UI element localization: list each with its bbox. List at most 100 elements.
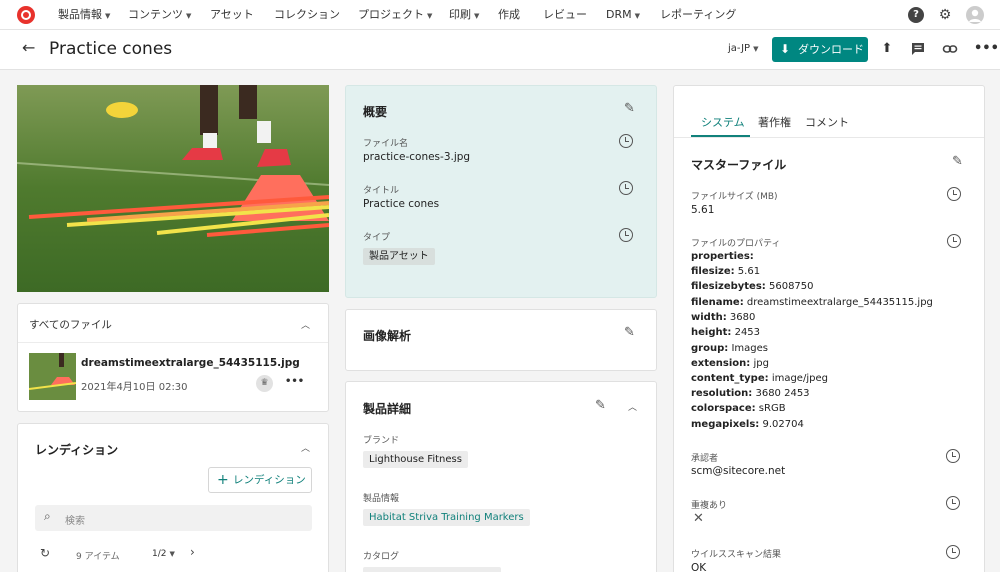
plus-icon: + <box>217 472 229 488</box>
filesize-label: ファイルサイズ (MB) <box>691 192 778 202</box>
history-icon[interactable] <box>947 187 961 201</box>
prop-filesize: filesize: 5.61 <box>691 266 761 277</box>
edit-pencil-icon[interactable]: ✎ <box>595 398 606 413</box>
filesize-value: 5.61 <box>691 204 715 216</box>
crown-icon: ♛ <box>256 375 273 392</box>
history-icon[interactable] <box>946 496 960 510</box>
properties-header: properties: <box>691 251 754 262</box>
prop-extension: extension: jpg <box>691 358 769 369</box>
prop-content-type: content_type: image/jpeg <box>691 373 828 384</box>
gear-icon[interactable]: ⚙ <box>937 7 953 23</box>
nav-review[interactable]: レビュー <box>543 0 587 30</box>
page-title: Practice cones <box>49 39 173 59</box>
help-icon[interactable]: ? <box>908 7 924 23</box>
refresh-icon[interactable]: ↻ <box>40 546 50 560</box>
file-name[interactable]: dreamstimeextralarge_54435115.jpg <box>81 357 300 369</box>
edit-pencil-icon[interactable]: ✎ <box>624 325 635 340</box>
close-icon: ✕ <box>693 511 704 526</box>
top-navigation: 製品情報 ▼ コンテンツ ▼ アセット コレクション プロジェクト ▼ 印刷 ▼ 作成 … <box>0 0 1000 30</box>
product-label: 製品情報 <box>363 494 400 504</box>
chevron-right-icon[interactable]: › <box>190 545 195 559</box>
language-selector[interactable]: ja-JP ▼ <box>728 43 758 54</box>
avatar[interactable] <box>966 6 984 24</box>
more-icon[interactable]: ••• <box>285 376 304 387</box>
item-count: 9 アイテム <box>76 552 120 562</box>
field-value-filename: practice-cones-3.jpg <box>363 151 471 163</box>
page-selector[interactable]: 1/2 ▼ <box>152 549 175 559</box>
nav-collections[interactable]: コレクション <box>274 0 340 30</box>
catalog-chip <box>363 567 501 572</box>
file-date: 2021年4月10日 02:30 <box>81 382 188 393</box>
image-analysis-panel: 画像解析 ✎ <box>345 309 657 371</box>
prop-megapixels: megapixels: 9.02704 <box>691 419 804 430</box>
duplicate-label: 重複あり <box>691 501 728 511</box>
tab-comments[interactable]: コメント <box>805 114 849 130</box>
virus-scan-label: ウイルススキャン結果 <box>691 550 782 560</box>
chevron-up-icon[interactable]: ︿ <box>301 441 310 454</box>
overview-panel: 概要 ✎ ファイル名 practice-cones-3.jpg タイトル Pra… <box>345 85 657 298</box>
catalog-label: カタログ <box>363 552 400 562</box>
prop-width: width: 3680 <box>691 312 756 323</box>
renditions-panel: レンディション ︿ + レンディション ⌕ 検索 ↻ 9 アイテム 1/2 ▼ › <box>17 423 329 572</box>
history-icon[interactable] <box>619 181 633 195</box>
upload-icon[interactable]: ⬆ <box>879 41 895 57</box>
prop-group: group: Images <box>691 343 768 354</box>
chevron-up-icon[interactable]: ︿ <box>628 400 637 413</box>
page-header: ← Practice cones ja-JP ▼ ⬇ ダウンロード ⬆ ••• <box>0 30 1000 70</box>
download-icon: ⬇ <box>780 42 791 56</box>
nav-product-info[interactable]: 製品情報 ▼ <box>58 0 110 30</box>
tab-system[interactable]: システム <box>701 114 745 130</box>
prop-height: height: 2453 <box>691 327 761 338</box>
file-properties-label: ファイルのプロパティ <box>691 239 781 249</box>
all-files-panel: すべてのファイル ︿ dreamstimeextralarge_54435115… <box>17 303 329 412</box>
sitecore-logo[interactable] <box>17 6 35 24</box>
virus-scan-value: OK <box>691 562 707 572</box>
image-analysis-title: 画像解析 <box>363 329 412 343</box>
file-thumbnail[interactable] <box>29 353 76 400</box>
prop-filesizebytes: filesizebytes: 5608750 <box>691 281 814 292</box>
history-icon[interactable] <box>947 234 961 248</box>
approver-label: 承認者 <box>691 454 719 464</box>
nav-assets[interactable]: アセット <box>210 0 254 30</box>
asset-preview-image[interactable] <box>17 85 329 292</box>
history-icon[interactable] <box>619 228 633 242</box>
search-placeholder: 検索 <box>65 516 85 527</box>
type-chip: 製品アセット <box>363 248 435 265</box>
product-details-panel: 製品詳細 ✎ ︿ ブランド Lighthouse Fitness 製品情報 Ha… <box>345 381 657 572</box>
back-arrow-icon[interactable]: ← <box>22 38 35 57</box>
edit-pencil-icon[interactable]: ✎ <box>624 101 635 116</box>
brand-label: ブランド <box>363 436 400 446</box>
nav-reporting[interactable]: レポーティング <box>660 0 736 30</box>
overview-title: 概要 <box>363 105 388 119</box>
more-icon[interactable]: ••• <box>974 41 999 57</box>
prop-filename: filename: dreamstimeextralarge_54435115.… <box>691 297 933 308</box>
nav-drm[interactable]: DRM ▼ <box>606 0 640 30</box>
history-icon[interactable] <box>946 449 960 463</box>
divider <box>18 342 328 343</box>
field-value-title: Practice cones <box>363 198 440 210</box>
product-link-chip[interactable]: Habitat Striva Training Markers <box>363 509 530 526</box>
history-icon[interactable] <box>619 134 633 148</box>
tab-copyright[interactable]: 著作権 <box>758 114 791 130</box>
nav-content[interactable]: コンテンツ ▼ <box>128 0 191 30</box>
brand-chip: Lighthouse Fitness <box>363 451 468 468</box>
nav-create[interactable]: 作成 <box>498 0 520 30</box>
renditions-title: レンディション <box>35 443 119 457</box>
add-rendition-button[interactable]: + レンディション <box>208 467 312 493</box>
prop-resolution: resolution: 3680 2453 <box>691 388 810 399</box>
link-icon[interactable] <box>942 41 958 57</box>
approver-value: scm@sitecore.net <box>691 465 786 477</box>
divider <box>674 137 984 138</box>
comment-icon[interactable] <box>910 41 926 57</box>
nav-projects[interactable]: プロジェクト ▼ <box>358 0 432 30</box>
rendition-search-input[interactable]: ⌕ 検索 <box>35 505 312 531</box>
chevron-up-icon[interactable]: ︿ <box>301 318 310 331</box>
all-files-title: すべてのファイル <box>29 319 112 331</box>
download-button[interactable]: ⬇ ダウンロード <box>772 37 868 62</box>
prop-colorspace: colorspace: sRGB <box>691 403 786 414</box>
field-label-type: タイプ <box>363 233 391 243</box>
history-icon[interactable] <box>946 545 960 559</box>
nav-print[interactable]: 印刷 ▼ <box>449 0 479 30</box>
edit-pencil-icon[interactable]: ✎ <box>952 154 963 169</box>
master-file-title: マスターファイル <box>691 158 787 172</box>
